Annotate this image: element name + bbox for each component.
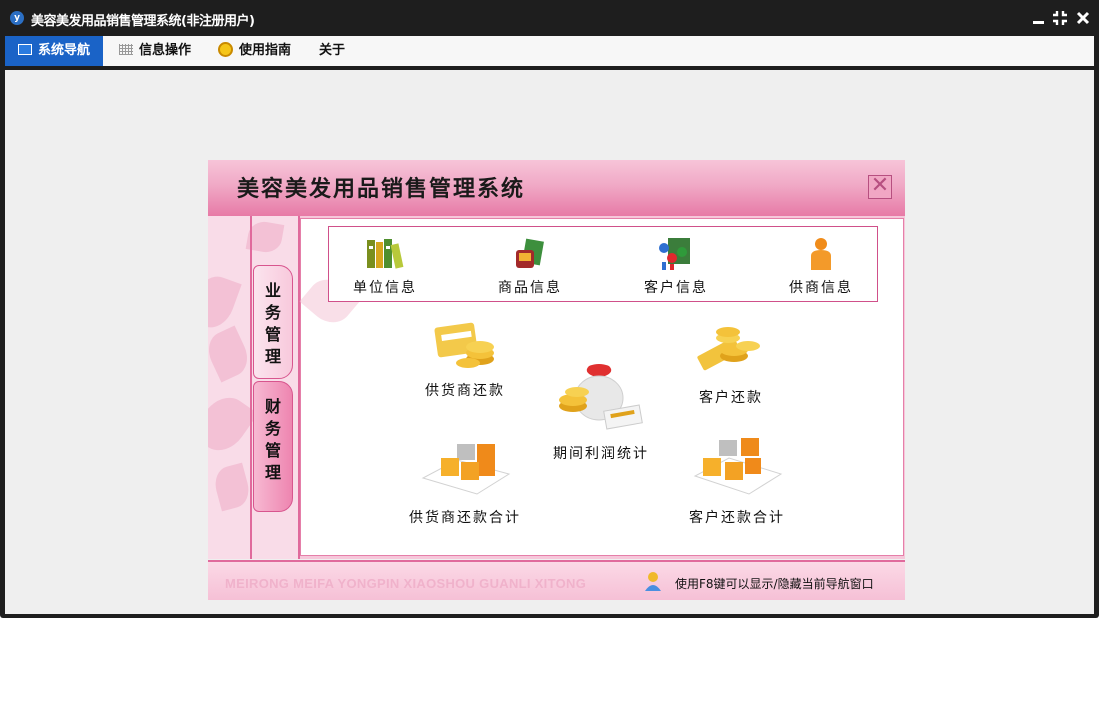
nav-period-profit-stats[interactable]: 期间利润统计	[546, 362, 656, 463]
restore-icon	[1053, 11, 1067, 25]
side-tab-char: 业	[264, 281, 281, 300]
books-icon	[367, 239, 404, 269]
decorative-petal	[208, 270, 242, 334]
nav-label: 期间利润统计	[553, 446, 649, 462]
coins-stack-icon	[697, 327, 760, 371]
window-title: 美容美发用品销售管理系统(非注册用户)	[31, 14, 255, 29]
nav-label: 客户还款	[699, 390, 763, 406]
nav-supplier-repayment-total[interactable]: 供货商还款合计	[400, 438, 530, 527]
coin-blocks-icon	[421, 444, 511, 495]
tab-label: 信息操作	[139, 43, 192, 58]
side-tab-char: 务	[264, 303, 281, 322]
restore-button[interactable]	[1051, 8, 1069, 28]
coin-blocks-icon	[693, 438, 783, 495]
nav-label: 商品信息	[498, 280, 562, 296]
nav-unit-info[interactable]: 单位信息	[345, 236, 425, 297]
bulb-icon	[218, 42, 233, 57]
nav-label: 单位信息	[353, 280, 417, 296]
nav-label: 供货商还款合计	[409, 510, 521, 526]
nav-product-info[interactable]: 商品信息	[490, 236, 570, 297]
tab-user-guide[interactable]: 使用指南	[205, 36, 305, 66]
nav-label: 供商信息	[789, 280, 853, 296]
money-bag-icon	[559, 364, 643, 430]
coins-card-icon	[434, 322, 494, 368]
app-logo-icon: y	[10, 11, 24, 25]
tab-system-nav[interactable]: 系统导航	[5, 36, 103, 66]
close-button[interactable]	[1074, 8, 1092, 28]
decorative-petal	[211, 462, 253, 512]
customers-icon	[659, 238, 690, 270]
close-icon	[1076, 11, 1090, 25]
side-tab-char: 理	[264, 463, 281, 482]
tab-label: 使用指南	[239, 43, 292, 58]
tab-info-operation[interactable]: 信息操作	[105, 36, 205, 66]
menu-bar: 系统导航 信息操作 使用指南 关于	[5, 36, 1094, 66]
panel-footer: MEIRONG MEIFA YONGPIN XIAOSHOU GUANLI XI…	[208, 560, 905, 600]
tab-label: 系统导航	[38, 43, 91, 58]
side-tab-char: 管	[264, 325, 281, 344]
user-tip-icon	[645, 572, 661, 591]
panel-title: 美容美发用品销售管理系统	[237, 176, 526, 202]
minimize-button[interactable]	[1029, 8, 1047, 28]
monitor-icon	[18, 44, 32, 55]
nav-supplier-repayment[interactable]: 供货商还款	[412, 315, 518, 400]
title-bar[interactable]: y 美容美发用品销售管理系统(非注册用户)	[0, 0, 1099, 36]
footer-tip: 使用F8键可以显示/隐藏当前导航窗口	[675, 577, 874, 591]
supplier-person-icon	[811, 238, 831, 270]
nav-customer-info[interactable]: 客户信息	[636, 236, 716, 297]
sidebar-divider	[250, 216, 252, 559]
nav-label: 客户信息	[644, 280, 708, 296]
decorative-petal	[208, 325, 255, 383]
panel-header: 美容美发用品销售管理系统 ✕	[208, 160, 905, 216]
nav-customer-repayment-total[interactable]: 客户还款合计	[681, 434, 793, 527]
grid-icon	[119, 44, 133, 55]
panel-close-button[interactable]: ✕	[868, 175, 892, 199]
side-tab-char: 务	[264, 419, 281, 438]
nav-supplier-info[interactable]: 供商信息	[781, 236, 861, 297]
nav-label: 供货商还款	[425, 383, 505, 399]
product-box-icon	[516, 238, 544, 268]
tab-business-management[interactable]: 业 务 管 理	[253, 265, 293, 379]
side-tab-char: 管	[264, 441, 281, 460]
tab-label: 关于	[319, 43, 346, 58]
side-tab-char: 财	[264, 397, 281, 416]
tab-finance-management[interactable]: 财 务 管 理	[253, 381, 293, 512]
nav-customer-repayment[interactable]: 客户还款	[684, 316, 778, 407]
side-tab-char: 理	[264, 347, 281, 366]
tab-about[interactable]: 关于	[307, 36, 357, 66]
footer-pinyin: MEIRONG MEIFA YONGPIN XIAOSHOU GUANLI XI…	[225, 576, 587, 591]
nav-label: 客户还款合计	[689, 510, 785, 526]
